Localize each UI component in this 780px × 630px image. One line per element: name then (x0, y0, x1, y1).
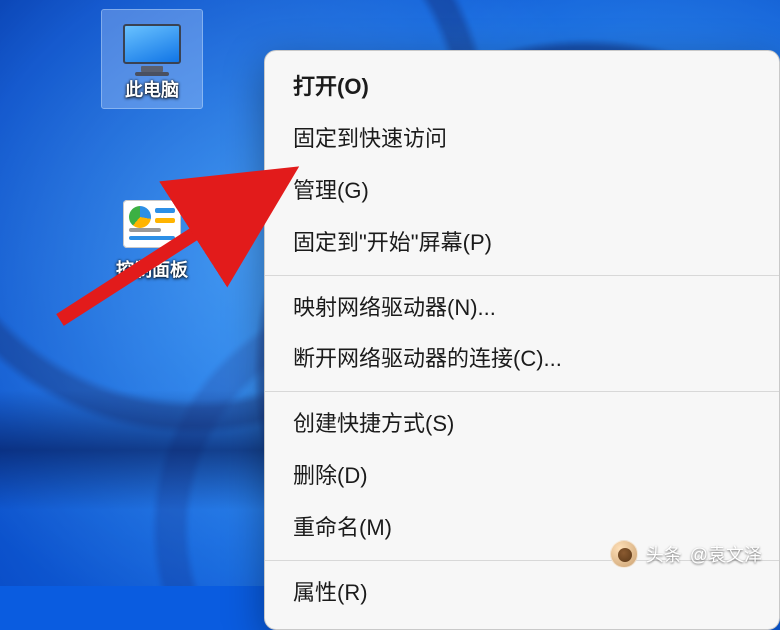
menu-item-properties[interactable]: 属性(R) (265, 567, 779, 619)
desktop-icon-label: 此电脑 (102, 76, 202, 108)
watermark-prefix: 头条 (646, 541, 682, 567)
desktop-icon-control-panel[interactable]: 控制面板 (102, 190, 202, 288)
menu-item-pin-quick-access[interactable]: 固定到快速访问 (265, 113, 779, 165)
desktop-icon-label: 控制面板 (102, 256, 202, 288)
control-panel-icon (120, 196, 184, 252)
desktop[interactable]: 此电脑 控制面板 打开(O) 固定到快速访问 管理(G) 固定到"开始"屏幕(P… (0, 0, 780, 586)
menu-item-delete[interactable]: 删除(D) (265, 450, 779, 502)
avatar-icon (610, 540, 638, 568)
desktop-icon-this-pc[interactable]: 此电脑 (102, 10, 202, 108)
menu-item-pin-start[interactable]: 固定到"开始"屏幕(P) (265, 217, 779, 269)
menu-item-map-drive[interactable]: 映射网络驱动器(N)... (265, 282, 779, 334)
menu-item-create-shortcut[interactable]: 创建快捷方式(S) (265, 398, 779, 450)
menu-item-disconnect-drive[interactable]: 断开网络驱动器的连接(C)... (265, 333, 779, 385)
watermark: 头条 @袁文泽 (610, 540, 762, 568)
menu-item-open[interactable]: 打开(O) (265, 61, 779, 113)
menu-separator (265, 275, 779, 276)
menu-separator (265, 391, 779, 392)
menu-item-manage[interactable]: 管理(G) (265, 165, 779, 217)
monitor-icon (120, 16, 184, 72)
watermark-author: @袁文泽 (690, 541, 762, 567)
